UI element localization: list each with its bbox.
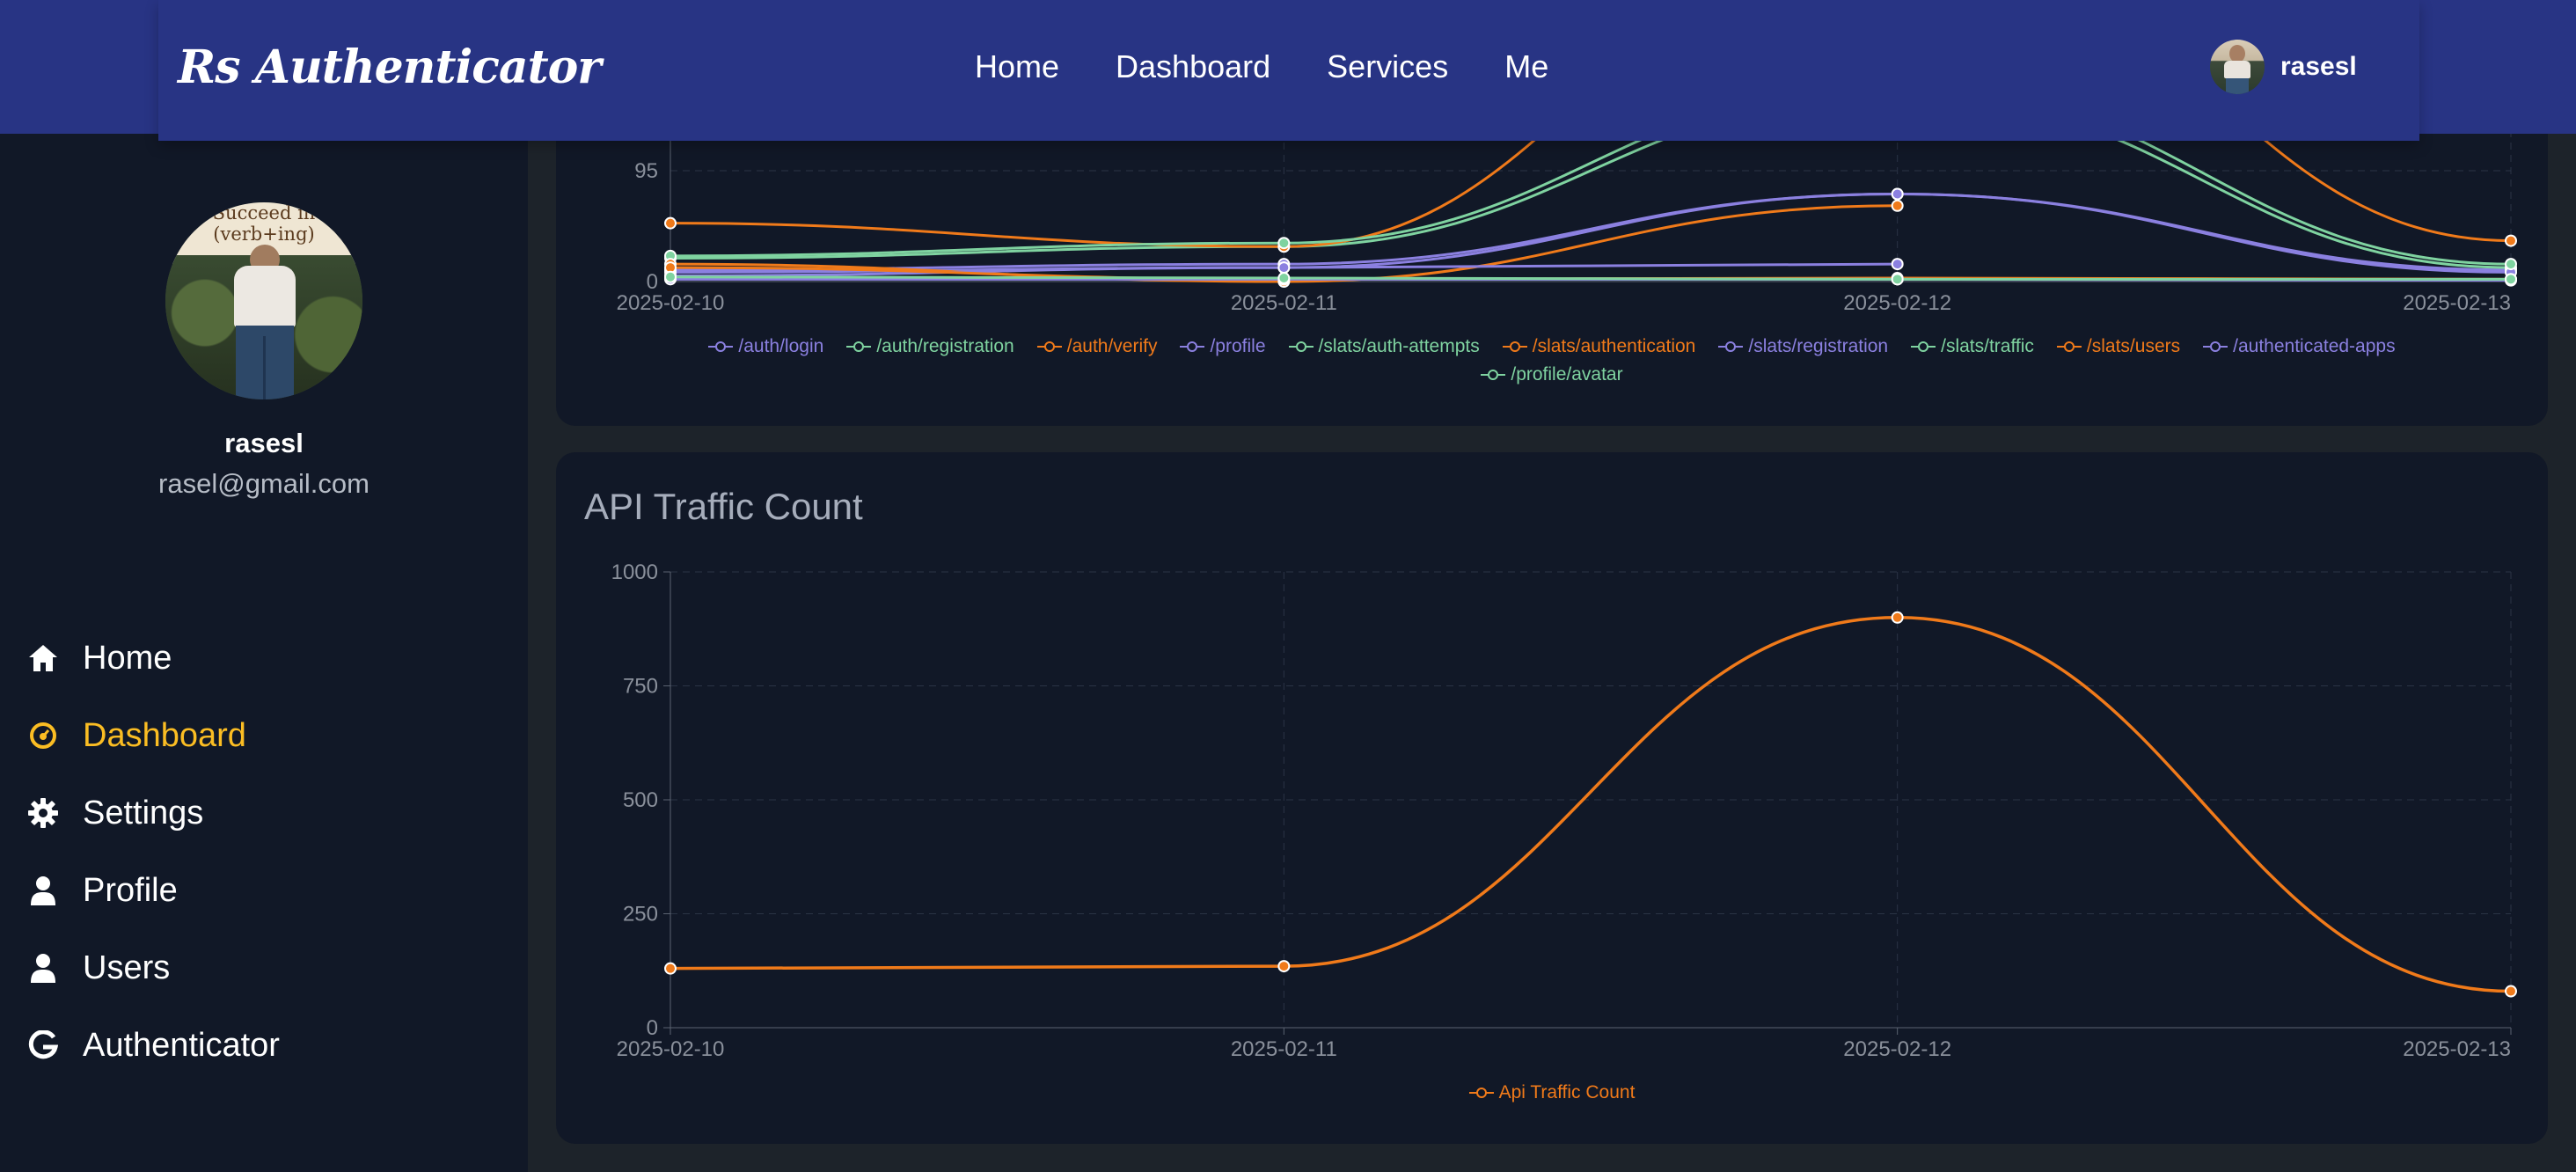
y-tick-label: 250: [623, 903, 658, 927]
y-tick-label: 1000: [611, 560, 658, 584]
nav-link-home[interactable]: Home: [975, 42, 1059, 92]
profile-avatar: Succeed in (verb+ing): [165, 202, 362, 399]
legend-item[interactable]: /slats/registration: [1718, 336, 1888, 357]
user-icon: [26, 874, 60, 907]
profile-username: rasesl: [224, 428, 304, 458]
endpoint-traffic-panel: 0 95 2025-02-10 2025-02-11 2025-02-12 2025-02…: [556, 106, 2548, 426]
data-point: [664, 962, 677, 975]
sidebar-item-label: Authenticator: [83, 1026, 280, 1064]
data-point: [1891, 258, 1904, 271]
legend-item[interactable]: /auth/verify: [1036, 336, 1157, 357]
avatar-caption-line2: (verb+ing): [213, 223, 315, 245]
legend-item[interactable]: Api Traffic Count: [1468, 1082, 1635, 1103]
data-point: [2505, 985, 2517, 998]
data-point: [664, 270, 677, 283]
user-menu-name[interactable]: rasesl: [2280, 52, 2357, 82]
avatar-caption-line1: Succeed in: [212, 202, 316, 223]
sidebar-item-label: Dashboard: [83, 716, 246, 754]
data-point: [1891, 187, 1904, 201]
data-point: [2505, 258, 2517, 271]
data-point: [1277, 237, 1291, 250]
sidebar-item-dashboard[interactable]: Dashboard: [26, 697, 280, 774]
sidebar-item-settings[interactable]: Settings: [26, 774, 280, 852]
x-tick-label: 2025-02-13: [2403, 1037, 2511, 1059]
data-point: [2505, 273, 2517, 286]
x-tick-label: 2025-02-12: [1843, 291, 1951, 315]
avatar[interactable]: [2210, 40, 2265, 94]
y-tick-label: 0: [647, 270, 658, 294]
sidebar-item-label: Users: [83, 949, 171, 986]
dashboard-gauge-icon: [26, 719, 60, 752]
series-line: [670, 616, 2512, 993]
sidebar-item-label: Settings: [83, 794, 204, 831]
user-menu[interactable]: rasesl: [2210, 39, 2357, 95]
x-tick-label: 2025-02-11: [1231, 291, 1337, 315]
legend-item[interactable]: /auth/login: [708, 336, 823, 357]
legend-item[interactable]: /slats/traffic: [1911, 336, 2034, 357]
x-tick-label: 2025-02-10: [617, 291, 725, 315]
legend-item[interactable]: /auth/registration: [846, 336, 1014, 357]
google-g-icon: [26, 1029, 60, 1062]
y-tick-label: 95: [634, 159, 658, 183]
legend-item[interactable]: /profile: [1180, 336, 1266, 357]
sidebar-item-profile[interactable]: Profile: [26, 852, 280, 929]
nav-link-services[interactable]: Services: [1327, 42, 1448, 92]
legend-item[interactable]: /slats/authentication: [1502, 336, 1695, 357]
data-point: [1891, 273, 1904, 286]
api-traffic-panel: API Traffic Count 0 250 500 750 1000 2025-02-…: [556, 452, 2548, 1144]
data-point: [664, 216, 677, 230]
top-nav-links: Home Dashboard Services Me: [975, 42, 1548, 92]
y-tick-label: 750: [623, 675, 658, 699]
brand-logo[interactable]: Rs Authenticator: [178, 35, 602, 100]
x-tick-label: 2025-02-11: [1231, 1037, 1337, 1059]
sidebar-item-authenticator[interactable]: Authenticator: [26, 1007, 280, 1084]
y-tick-label: 0: [647, 1016, 658, 1040]
legend-item[interactable]: /authenticated-apps: [2203, 336, 2396, 357]
chart-legend: Api Traffic Count: [556, 1082, 2548, 1103]
sidebar-item-users[interactable]: Users: [26, 929, 280, 1007]
users-icon: [26, 951, 60, 985]
data-point: [1891, 199, 1904, 212]
sidebar-item-label: Home: [83, 639, 172, 677]
nav-link-dashboard[interactable]: Dashboard: [1116, 42, 1270, 92]
nav-link-me[interactable]: Me: [1504, 42, 1548, 92]
data-point: [1277, 960, 1291, 973]
sidebar: Succeed in (verb+ing) rasesl rasel@gmail…: [0, 134, 528, 1172]
legend-item[interactable]: /slats/auth-attempts: [1288, 336, 1480, 357]
data-point: [1277, 261, 1291, 275]
x-tick-label: 2025-02-12: [1843, 1037, 1951, 1059]
x-tick-label: 2025-02-13: [2403, 291, 2511, 315]
y-tick-label: 500: [623, 788, 658, 812]
x-tick-label: 2025-02-10: [617, 1037, 725, 1059]
profile-email: rasel@gmail.com: [158, 468, 370, 499]
sidebar-item-label: Profile: [83, 871, 178, 909]
chart-legend-row-2: /profile/avatar: [556, 364, 2548, 385]
chart-legend: /auth/login /auth/registration /auth/ver…: [556, 336, 2548, 357]
sidebar-item-home[interactable]: Home: [26, 619, 280, 697]
data-point: [1277, 272, 1291, 285]
data-point: [1891, 611, 1904, 624]
home-icon: [26, 641, 60, 675]
legend-item[interactable]: /slats/users: [2056, 336, 2180, 357]
data-point: [2505, 234, 2517, 247]
sidebar-menu: Home Dashboard Settings Profile Users Au…: [26, 619, 280, 1084]
gear-icon: [26, 796, 60, 830]
legend-item[interactable]: /profile/avatar: [1481, 364, 1623, 385]
api-traffic-chart: 0 250 500 750 1000 2025-02-10 2025-02-11 2025-0…: [611, 560, 2517, 1059]
